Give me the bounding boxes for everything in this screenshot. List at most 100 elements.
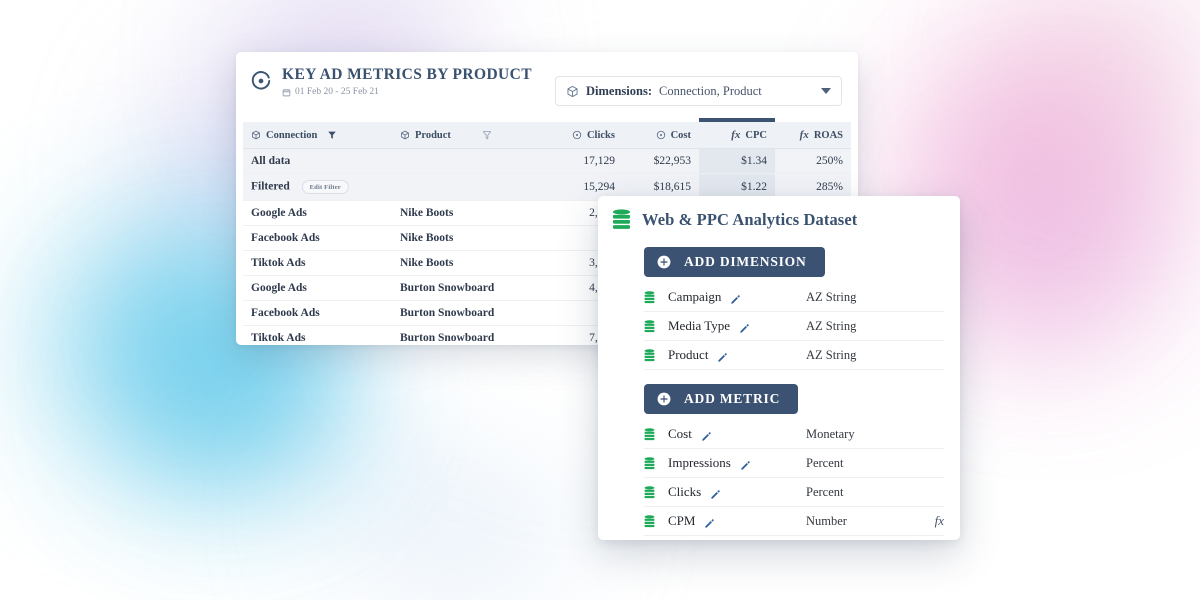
cube-icon (251, 130, 261, 140)
dimension-list: Campaign AZ String Media Type AZ String … (598, 283, 960, 370)
cell-product: Burton Snowboard (391, 300, 541, 326)
fx-icon: fx (731, 129, 741, 141)
column-header-cost[interactable]: Cost (622, 122, 699, 149)
row-label: Filtered (251, 180, 290, 193)
column-header-label: CPC (745, 129, 767, 141)
plus-circle-icon (657, 392, 671, 406)
cell-product: Nike Boots (391, 200, 541, 226)
column-header-clicks[interactable]: Clicks (540, 122, 623, 149)
column-header-connection[interactable]: Connection (243, 122, 392, 149)
cell-cpc: $1.34 (698, 148, 775, 174)
cube-icon (400, 130, 410, 140)
add-dimension-button[interactable]: ADD DIMENSION (644, 247, 825, 277)
pencil-icon[interactable] (701, 429, 712, 441)
date-range: 01 Feb 20 - 25 Feb 21 (282, 87, 532, 97)
add-metric-button[interactable]: ADD METRIC (644, 384, 799, 414)
row-product (391, 173, 541, 201)
filter-filled-icon[interactable] (327, 130, 337, 140)
dimension-row[interactable]: Campaign AZ String (644, 283, 944, 312)
cell-product: Burton Snowboard (391, 275, 541, 301)
column-header-label: Product (414, 129, 451, 141)
column-header-label: ROAS (813, 129, 843, 141)
column-header-label: Connection (266, 129, 318, 141)
cell-connection: Facebook Ads (243, 300, 392, 326)
cell-connection: Google Ads (243, 200, 392, 226)
row-product (391, 148, 541, 174)
metric-icon (572, 130, 582, 140)
row-label: All data (243, 148, 392, 174)
card-header-left: KEY AD METRICS BY PRODUCT 01 Feb 20 - 25… (250, 66, 545, 97)
row-label-filtered: Filtered Edit Filter (243, 173, 392, 201)
database-icon (612, 209, 631, 231)
cell-connection: Google Ads (243, 275, 392, 301)
column-header-label: Cost (670, 129, 691, 141)
plus-circle-icon (657, 255, 671, 269)
column-header-cpc[interactable]: fx CPC (698, 118, 775, 149)
bg-blob-blue (330, 430, 570, 600)
cell-connection: Tiktok Ads (243, 250, 392, 276)
filter-outline-icon[interactable] (482, 130, 492, 140)
cell-cost: $22,953 (622, 148, 699, 174)
table-row-all-data[interactable]: All data 17,129 $22,953 $1.34 250% (243, 148, 851, 174)
database-field-icon (644, 485, 655, 499)
database-field-icon (644, 456, 655, 470)
dimension-name: Media Type (668, 318, 731, 333)
metric-name: CPM (668, 513, 696, 528)
cell-connection: Tiktok Ads (243, 325, 392, 345)
dimension-name: Campaign (668, 289, 722, 304)
pencil-icon[interactable] (739, 321, 750, 333)
metric-type: Percent (806, 484, 844, 499)
column-header-roas[interactable]: fx ROAS (774, 122, 851, 149)
metric-list: Cost Monetary Impressions Percent Clicks (598, 420, 960, 536)
cell-product: Nike Boots (391, 225, 541, 251)
cell-roas: 250% (774, 148, 851, 174)
fx-icon: fx (934, 513, 944, 528)
metric-row[interactable]: CPM Number fx (644, 507, 944, 536)
dimensions-value: Connection, Product (658, 83, 762, 98)
pencil-icon[interactable] (740, 458, 751, 470)
card-title-block: KEY AD METRICS BY PRODUCT 01 Feb 20 - 25… (282, 66, 532, 97)
add-metric-label: ADD METRIC (684, 391, 781, 406)
dimensions-dropdown[interactable]: Dimensions: Connection, Product (555, 76, 842, 106)
pencil-icon[interactable] (704, 516, 715, 528)
pencil-icon[interactable] (710, 487, 721, 499)
metric-type: Monetary (806, 426, 855, 441)
cell-clicks: 17,129 (540, 148, 623, 174)
database-field-icon (644, 427, 655, 441)
edit-filter-button[interactable]: Edit Filter (301, 180, 349, 194)
metric-row[interactable]: Cost Monetary (644, 420, 944, 449)
pencil-icon[interactable] (717, 350, 728, 362)
column-header-label: Clicks (586, 129, 615, 141)
metric-type: Number (806, 513, 847, 528)
table-header-row: Connection Product Clicks Cost fx CPC fx… (243, 118, 851, 149)
add-dimension-label: ADD DIMENSION (684, 254, 807, 269)
database-field-icon (644, 319, 655, 333)
metric-name: Impressions (668, 455, 731, 470)
dataset-title: Web & PPC Analytics Dataset (642, 210, 858, 229)
database-field-icon (644, 514, 655, 528)
metric-row[interactable]: Impressions Percent (644, 449, 944, 478)
database-field-icon (644, 348, 655, 362)
dimension-row[interactable]: Product AZ String (644, 341, 944, 370)
dimension-type: AZ String (806, 289, 857, 304)
cube-icon (566, 85, 579, 98)
fx-icon: fx (799, 129, 809, 141)
metric-row[interactable]: Clicks Percent (644, 478, 944, 507)
dataset-panel-header: Web & PPC Analytics Dataset (598, 196, 960, 241)
metric-type: Percent (806, 455, 844, 470)
dimension-row[interactable]: Media Type AZ String (644, 312, 944, 341)
cell-product: Nike Boots (391, 250, 541, 276)
pencil-icon[interactable] (730, 292, 741, 304)
chevron-down-icon[interactable] (821, 88, 831, 94)
dimension-type: AZ String (806, 347, 857, 362)
page-title: KEY AD METRICS BY PRODUCT (282, 66, 532, 83)
dimension-name: Product (668, 347, 709, 362)
bg-blob-pink-2 (960, 140, 1150, 340)
metric-name: Clicks (668, 484, 702, 499)
database-field-icon (644, 290, 655, 304)
dimensions-label: Dimensions: (586, 83, 652, 98)
column-header-product[interactable]: Product (391, 122, 541, 149)
date-range-text: 01 Feb 20 - 25 Feb 21 (295, 87, 379, 97)
dataset-panel: Web & PPC Analytics Dataset ADD DIMENSIO… (598, 196, 960, 540)
metric-icon (656, 130, 666, 140)
